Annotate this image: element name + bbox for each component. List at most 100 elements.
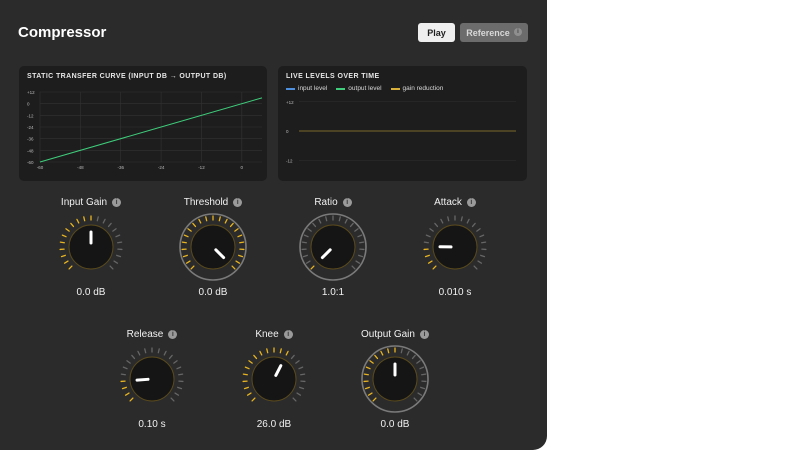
knob-label: Input Gain [60,196,108,208]
knob-tick [425,234,431,238]
knob-tick [434,222,439,228]
y-tick-label: +12 [286,100,294,105]
knob-label: Output Gain [361,328,415,340]
knob-body [190,224,236,270]
knob-tick [68,265,73,270]
x-tick-label: -12 [198,165,205,170]
knob-tick [163,350,167,356]
transfer-curve-card: STATIC TRANSFER CURVE (INPUT DB → OUTPUT… [19,66,267,181]
knob-tick [460,216,463,222]
knob-tick [427,260,433,264]
y-tick-label: -36 [27,137,34,142]
knob-knee[interactable]: Knee i 26.0 dB [224,328,324,430]
transfer-curve-plot: +12 0 -12 -24 -36 -48 -60-60 -48 -36 -24 -12 0 [27,90,263,170]
knob-label-row: Release i [102,328,202,340]
knob-tick [477,260,483,264]
info-icon[interactable]: i [283,329,293,339]
y-tick-label: -24 [27,125,34,130]
knob-tick [122,366,128,370]
y-tick-label: +12 [27,90,35,95]
knob-tick [124,392,130,396]
knob-tick [242,373,248,376]
knob-tick [129,397,134,402]
knob-pointer [135,377,150,382]
knob-tick [243,386,249,390]
attack-dial[interactable] [420,212,490,282]
knob-tick [83,216,86,222]
knob-tick [76,218,80,224]
knob-tick [440,218,444,224]
knob-tick [423,241,429,244]
knob-value: 26.0 dB [256,419,292,430]
knob-value: 0.10 s [138,419,166,430]
knob-value: 0.010 s [438,287,472,298]
knob-tick [121,386,127,390]
knob-tick [59,241,65,244]
knob-body [310,224,356,270]
knob-tick [295,360,300,364]
input-gain-dial[interactable] [56,212,126,282]
knob-tick [279,348,282,354]
output-gain-dial[interactable] [360,344,430,414]
app-title: Compressor [18,24,107,41]
knee-dial[interactable] [239,344,309,414]
knob-release[interactable]: Release i 0.10 s [102,328,202,430]
reference-button[interactable]: Reference i [460,23,528,42]
ratio-dial[interactable] [298,212,368,282]
knob-tick [170,397,175,402]
play-button[interactable]: Play [418,23,455,42]
y-tick-label: 0 [286,129,289,134]
knob-tick [266,348,269,354]
info-icon[interactable]: i [342,197,352,207]
knob-tick [157,348,160,354]
knob-tick [400,348,403,354]
knob-tick [109,265,114,270]
y-tick-label: 0 [27,102,30,107]
x-tick-label: -48 [77,165,84,170]
info-icon[interactable]: i [514,28,522,36]
knob-tick [466,218,470,224]
knob-tick [359,241,365,244]
info-icon[interactable]: i [419,329,429,339]
knob-tick [246,392,252,396]
info-icon[interactable]: i [233,197,243,207]
knob-tick [471,222,476,228]
knob-tick [63,260,69,264]
knob-tick [481,241,487,244]
info-icon[interactable]: i [112,197,122,207]
knob-tick [363,373,369,376]
live-levels-plot: +12 0 -12 [286,100,516,163]
knob-tick [251,397,256,402]
knob-ratio[interactable]: Ratio i 1.0:1 [283,196,383,298]
compressor-panel: Compressor Play Reference i STATIC TRANS… [0,0,547,450]
knob-tick [96,216,99,222]
knob-tick [113,260,119,264]
knob-tick [176,366,182,370]
knob-value: 0.0 dB [198,287,228,298]
info-icon[interactable]: i [466,197,476,207]
release-dial[interactable] [117,344,187,414]
knob-tick [298,366,304,370]
knob-value: 1.0:1 [321,287,345,298]
knob-input-gain[interactable]: Input Gain i 0.0 dB [41,196,141,298]
knob-threshold[interactable]: Threshold i 0.0 dB [163,196,263,298]
x-tick-label: 0 [241,165,244,170]
knob-attack[interactable]: Attack i 0.010 s [405,196,505,298]
knob-tick [144,348,147,354]
knob-label-row: Output Gain i [345,328,445,340]
knob-tick [259,350,263,356]
knob-tick [290,354,295,360]
knob-tick [102,218,106,224]
knob-tick [325,216,328,222]
x-tick-label: -24 [158,165,165,170]
knob-tick [65,228,70,232]
knob-tick [115,234,121,238]
knob-tick [107,222,112,228]
knob-tick [137,350,141,356]
knob-output-gain[interactable]: Output Gain i 0.0 dB [345,328,445,430]
knob-tick [205,216,208,222]
info-icon[interactable]: i [168,329,178,339]
knob-tick [338,216,341,222]
knob-tick [112,228,117,232]
threshold-dial[interactable] [178,212,248,282]
